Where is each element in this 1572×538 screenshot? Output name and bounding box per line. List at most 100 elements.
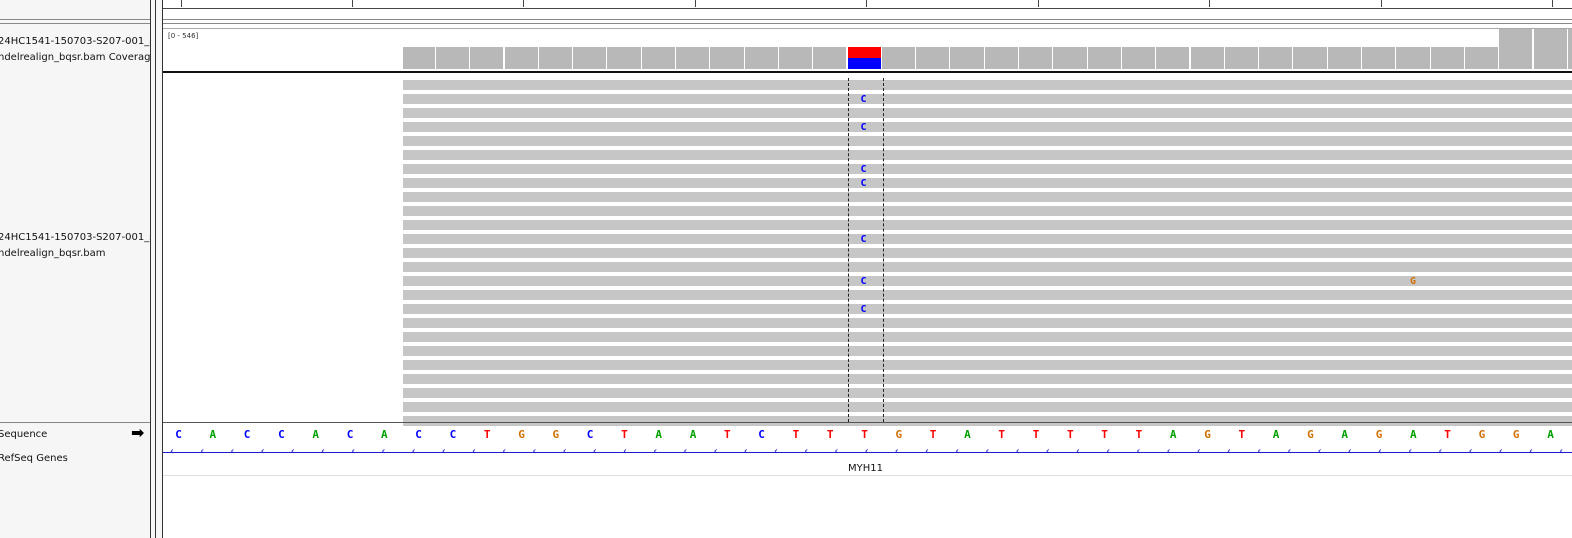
reference-base: C — [175, 428, 182, 441]
coverage-bar[interactable] — [1053, 47, 1088, 69]
coverage-bar[interactable] — [573, 47, 608, 69]
read[interactable] — [403, 388, 1572, 398]
coverage-bar[interactable] — [607, 47, 642, 69]
strand-chevron-icon: ‹ — [1468, 446, 1473, 457]
coverage-bar[interactable] — [435, 47, 471, 69]
coverage-bar[interactable] — [984, 47, 1019, 69]
read[interactable] — [403, 318, 1572, 328]
read[interactable] — [403, 416, 1572, 426]
sequence-track-name[interactable]: Sequence — [0, 429, 47, 440]
strand-chevron-icon: ‹ — [441, 446, 446, 457]
coverage-bar[interactable] — [813, 47, 848, 69]
coverage-bar[interactable] — [1224, 47, 1260, 69]
read[interactable] — [403, 276, 1572, 286]
read[interactable] — [403, 290, 1572, 300]
ruler[interactable] — [163, 0, 1572, 9]
alignment-track-name-line1[interactable]: 24HC1541-150703-S207-001_so — [0, 232, 150, 243]
coverage-bar[interactable] — [1019, 47, 1054, 69]
coverage-bar[interactable] — [710, 47, 745, 69]
coverage-bar[interactable] — [1430, 47, 1465, 69]
coverage-bar[interactable] — [1121, 47, 1157, 69]
read[interactable] — [403, 332, 1572, 342]
mismatch-base[interactable]: G — [1410, 277, 1416, 287]
gene-track-name[interactable]: RefSeq Genes — [0, 453, 68, 464]
read[interactable] — [403, 360, 1572, 370]
reference-base: T — [483, 428, 491, 441]
mismatch-base[interactable]: C — [861, 277, 867, 287]
read[interactable] — [403, 80, 1572, 90]
coverage-bar[interactable] — [881, 47, 917, 69]
coverage-bar[interactable] — [1567, 29, 1572, 69]
read[interactable] — [403, 346, 1572, 356]
coverage-bar[interactable] — [1259, 47, 1294, 69]
mismatch-base[interactable]: C — [861, 123, 867, 133]
strand-chevron-icon: ‹ — [623, 446, 627, 457]
reference-base: G — [1204, 428, 1211, 441]
strand-chevron-icon: ‹ — [1227, 446, 1231, 457]
ruler-tick — [1209, 0, 1210, 7]
coverage-bar[interactable] — [676, 47, 711, 69]
data-panel[interactable]: [0 - 546] CCCCCCGC CACCACACCTGGCTAATCTTT… — [163, 0, 1572, 538]
strand-chevron-icon: ‹ — [955, 446, 960, 457]
right-arrow-icon[interactable]: ➡ — [131, 425, 144, 441]
read[interactable] — [403, 108, 1572, 118]
read[interactable] — [403, 164, 1572, 174]
coverage-bar[interactable] — [744, 47, 779, 69]
reference-base: G — [518, 428, 525, 441]
coverage-bar[interactable] — [1464, 47, 1500, 69]
coverage-bar[interactable] — [916, 47, 951, 69]
read[interactable] — [403, 122, 1572, 132]
read[interactable] — [403, 206, 1572, 216]
coverage-bar[interactable] — [641, 47, 676, 69]
coverage-bar[interactable] — [847, 47, 882, 69]
mismatch-base[interactable]: C — [861, 305, 867, 315]
coverage-bar[interactable] — [1396, 47, 1431, 69]
coverage-bar[interactable] — [403, 47, 436, 69]
coverage-bar[interactable] — [1087, 47, 1122, 69]
read[interactable] — [403, 192, 1572, 202]
coverage-bar[interactable] — [1533, 29, 1568, 69]
strand-chevron-icon: ‹ — [381, 446, 386, 457]
coverage-bar[interactable] — [950, 47, 985, 69]
mismatch-base[interactable]: C — [861, 165, 867, 175]
coverage-bar[interactable] — [1327, 47, 1362, 69]
read[interactable] — [403, 374, 1572, 384]
strand-chevron-icon: ‹ — [1438, 446, 1443, 457]
coverage-bar[interactable] — [470, 47, 505, 69]
mismatch-base[interactable]: C — [861, 95, 867, 105]
read[interactable] — [403, 248, 1572, 258]
coverage-bar[interactable] — [1156, 47, 1191, 69]
read[interactable] — [403, 234, 1572, 244]
gene-track-bottom-line — [163, 475, 1572, 476]
read[interactable] — [403, 94, 1572, 104]
strand-chevron-icon: ‹ — [1257, 446, 1262, 457]
coverage-bar[interactable] — [538, 47, 574, 69]
alignment-track-name-line2[interactable]: ndelrealign_bqsr.bam — [0, 248, 106, 259]
read[interactable] — [403, 136, 1572, 146]
coverage-bar[interactable] — [1499, 29, 1534, 69]
reference-base: G — [895, 428, 903, 441]
coverage-track-name-line2[interactable]: ndelrealign_bqsr.bam Coverage — [0, 52, 150, 63]
read[interactable] — [403, 150, 1572, 160]
read[interactable] — [403, 178, 1572, 188]
panel-divider[interactable] — [150, 0, 163, 538]
coverage-bar[interactable] — [778, 47, 814, 69]
mismatch-base[interactable]: C — [861, 179, 867, 189]
strand-chevron-icon: ‹ — [713, 446, 718, 457]
strand-chevron-icon: ‹ — [1498, 446, 1503, 457]
read[interactable] — [403, 402, 1572, 412]
strand-chevron-icon: ‹ — [290, 446, 295, 457]
gene-label[interactable]: MYH11 — [848, 463, 883, 474]
coverage-bar[interactable] — [1293, 47, 1328, 69]
coverage-bar[interactable] — [1362, 47, 1397, 69]
read[interactable] — [403, 262, 1572, 272]
coverage-bar[interactable] — [1190, 47, 1225, 69]
ruler-tick — [352, 0, 353, 7]
coverage-track-name-line1[interactable]: 24HC1541-150703-S207-001_so — [0, 36, 150, 47]
mismatch-base[interactable]: C — [861, 235, 867, 245]
coverage-bar[interactable] — [504, 47, 539, 69]
reference-base: T — [929, 428, 937, 441]
track-name-panel: 24HC1541-150703-S207-001_so ndelrealign_… — [0, 0, 150, 538]
read[interactable] — [403, 220, 1572, 230]
read[interactable] — [403, 304, 1572, 314]
